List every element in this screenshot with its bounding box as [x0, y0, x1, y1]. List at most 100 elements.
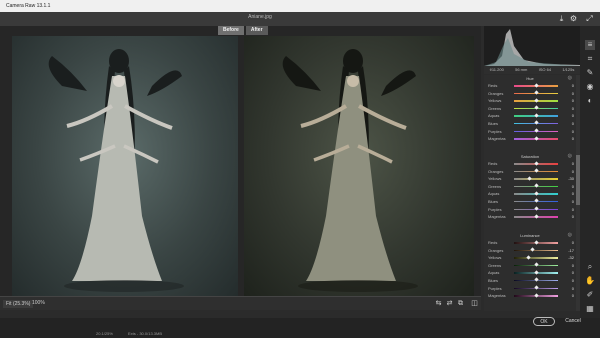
luminance-label: Reds	[488, 240, 498, 245]
saturation-label: Blues	[488, 198, 499, 204]
hue-label: Yellows	[488, 98, 502, 104]
saturation-target-icon[interactable]: ◎	[568, 153, 572, 160]
saturation-section: Saturation ◎ Reds 0 Oranges 0 Yellows -30 Gree…	[484, 153, 576, 221]
hue-label: Reds	[488, 83, 498, 88]
hue-slider-thumb[interactable]	[533, 82, 539, 88]
iso-readout: ISO 64	[538, 67, 552, 72]
luminance-value[interactable]: 0	[562, 263, 574, 268]
hue-label: Aquas	[488, 113, 500, 119]
saturation-value[interactable]: 0	[562, 169, 574, 174]
luminance-target-icon[interactable]: ◎	[568, 232, 572, 239]
hue-row-oranges: Oranges 0	[484, 90, 576, 98]
luminance-value[interactable]: 0	[562, 240, 574, 245]
hue-label: Oranges	[488, 90, 504, 96]
status-zoom: 20.1/25%	[96, 331, 113, 336]
hue-title: Hue	[526, 76, 534, 81]
luminance-section: Luminance ◎ Reds 0 Oranges -17 Yellows -32 Gre…	[484, 232, 576, 300]
saturation-label: Aquas	[488, 191, 500, 197]
saturation-value[interactable]: 0	[562, 191, 574, 196]
hue-value[interactable]: 0	[562, 106, 574, 111]
edit-sliders-icon[interactable]: ≡	[585, 40, 595, 50]
copy-settings-icon[interactable]: ⧉	[456, 299, 465, 308]
after-image	[244, 36, 474, 296]
luminance-value[interactable]: -32	[562, 255, 574, 260]
luminance-value[interactable]: 0	[562, 278, 574, 283]
hue-value[interactable]: 0	[562, 136, 574, 141]
histogram	[484, 26, 580, 66]
crop-icon[interactable]: ⌗	[585, 54, 595, 64]
luminance-value[interactable]: -17	[562, 248, 574, 253]
swap-settings-icon[interactable]: ⇄	[445, 299, 454, 308]
luminance-label: Oranges	[488, 247, 504, 253]
luminance-row-yellows: Yellows -32	[484, 254, 576, 262]
settings-gear-icon[interactable]: ⚙	[569, 14, 578, 23]
hue-value[interactable]: 0	[562, 83, 574, 88]
hue-value[interactable]: 0	[562, 113, 574, 118]
hue-value[interactable]: 0	[562, 129, 574, 134]
saturation-value[interactable]: 0	[562, 199, 574, 204]
hue-section: Hue ◎ Reds 0 Oranges 0 Yellows 0 Greens 0 Aquas 0…	[484, 75, 576, 143]
luminance-slider-thumb[interactable]	[533, 239, 539, 245]
fullscreen-icon[interactable]: ⤢	[585, 14, 594, 23]
mask-icon[interactable]: ◐	[585, 96, 595, 106]
tab-before[interactable]: Before	[218, 26, 244, 35]
save-icon[interactable]: ⤓	[557, 14, 566, 23]
saturation-value[interactable]: 0	[562, 184, 574, 189]
status-info: Exts - 30.0/13.3MB	[128, 331, 163, 336]
luminance-label: Magentas	[488, 293, 506, 299]
luminance-row-reds: Reds 0	[484, 239, 576, 247]
saturation-title: Saturation	[520, 154, 540, 159]
luminance-label: Yellows	[488, 255, 502, 261]
cancel-button[interactable]: Cancel	[562, 317, 584, 326]
luminance-slider-track[interactable]	[514, 249, 558, 252]
before-after-toggle-icon[interactable]: ⇆	[434, 299, 443, 308]
spot-heal-icon[interactable]: ✎	[585, 68, 595, 78]
redeye-icon[interactable]: ◉	[585, 82, 595, 92]
hue-row-blues: Blues 0	[484, 120, 576, 128]
before-image	[12, 36, 238, 296]
grid-icon[interactable]: ▦	[585, 304, 595, 314]
saturation-label: Magentas	[488, 214, 506, 220]
before-after-tabs: Before After	[218, 26, 268, 35]
saturation-value[interactable]: -30	[562, 176, 574, 181]
ok-button[interactable]: OK	[533, 317, 555, 326]
luminance-row-greens: Greens 0	[484, 262, 576, 270]
saturation-value[interactable]: 0	[562, 214, 574, 219]
hue-value[interactable]: 0	[562, 91, 574, 96]
zoom-icon[interactable]: ⌕	[585, 262, 595, 272]
luminance-row-oranges: Oranges -17	[484, 247, 576, 255]
view-mode-icon[interactable]: ◫	[470, 299, 479, 308]
camera-info-readout: f/11.200 56 mm ISO 64 1/125s	[484, 66, 580, 74]
window-title: Camera Raw 13.1.1	[6, 3, 51, 9]
hsl-panel: Hue ◎ Reds 0 Oranges 0 Yellows 0 Greens 0 Aquas 0…	[484, 75, 576, 311]
tab-after[interactable]: After	[245, 26, 268, 35]
saturation-slider-thumb[interactable]	[533, 160, 539, 166]
hue-row-reds: Reds 0	[484, 82, 576, 90]
luminance-row-aquas: Aquas 0	[484, 269, 576, 277]
luminance-row-blues: Blues 0	[484, 277, 576, 285]
luminance-value[interactable]: 0	[562, 293, 574, 298]
saturation-row-yellows: Yellows -30	[484, 175, 576, 183]
saturation-slider-track[interactable]	[514, 178, 558, 180]
luminance-value[interactable]: 0	[562, 270, 574, 275]
eyedropper-icon[interactable]: ✐	[585, 290, 595, 300]
fit-zoom-dropdown[interactable]: Fit (25.3%)	[3, 300, 34, 308]
aperture-readout: f/11.200	[489, 67, 504, 72]
window-title-bar: Camera Raw 13.1.1	[0, 0, 600, 12]
hue-row-aquas: Aquas 0	[484, 112, 576, 120]
hue-value[interactable]: 0	[562, 98, 574, 103]
saturation-value[interactable]: 0	[562, 207, 574, 212]
luminance-slider-track[interactable]	[514, 257, 558, 259]
hand-icon[interactable]: ✋	[585, 276, 595, 286]
hue-row-yellows: Yellows 0	[484, 97, 576, 105]
saturation-row-magentas: Magentas 0	[484, 213, 576, 221]
hue-value[interactable]: 0	[562, 121, 574, 126]
saturation-value[interactable]: 0	[562, 161, 574, 166]
hue-target-icon[interactable]: ◎	[568, 75, 572, 82]
luminance-label: Aquas	[488, 270, 500, 276]
luminance-label: Greens	[488, 262, 502, 268]
hue-label: Magentas	[488, 136, 506, 142]
shutter-readout: 1/125s	[562, 67, 575, 72]
luminance-value[interactable]: 0	[562, 286, 574, 291]
zoom-percent[interactable]: 100%	[32, 300, 45, 306]
